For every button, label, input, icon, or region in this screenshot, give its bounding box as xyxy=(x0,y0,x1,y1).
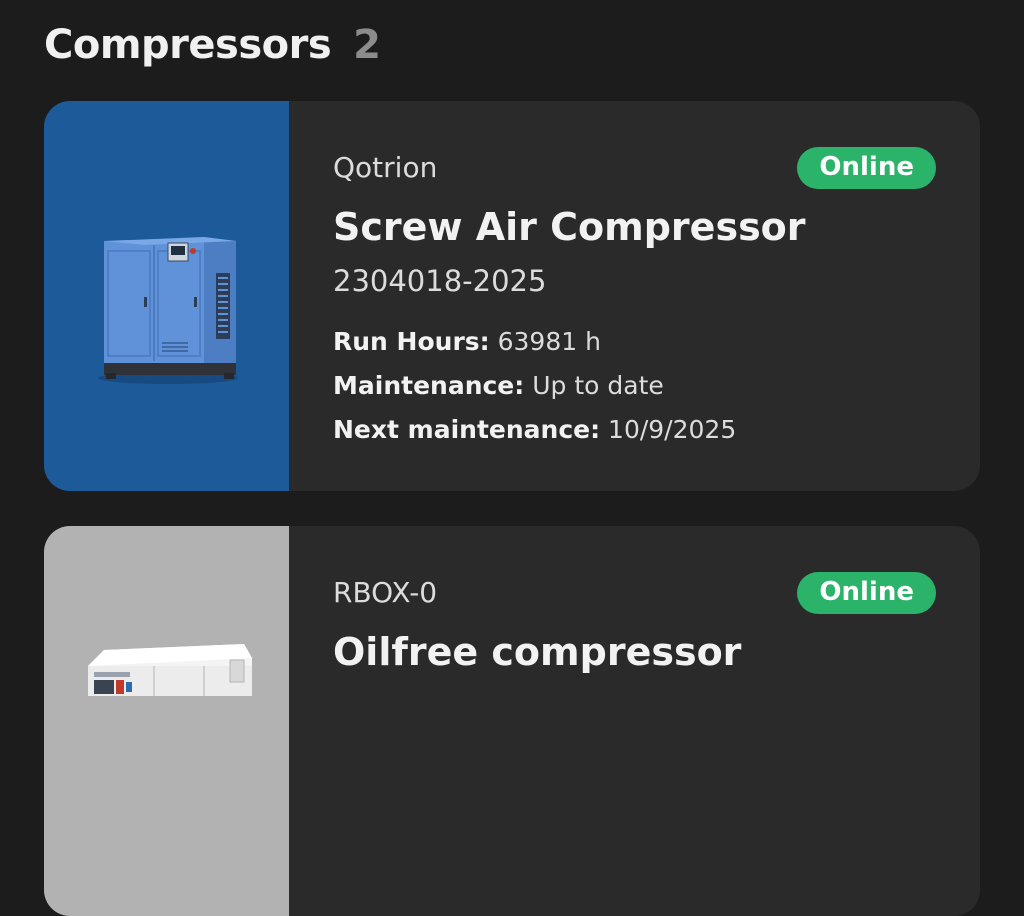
compressor-name: Screw Air Compressor xyxy=(333,205,806,249)
next-maintenance-row: Next maintenance: 10/9/2025 xyxy=(333,415,736,444)
compressor-card[interactable]: Qotrion Online Screw Air Compressor 2304… xyxy=(44,101,980,491)
run-hours-label: Run Hours: xyxy=(333,327,490,356)
card-info: RBOX-0 Online Oilfree compressor xyxy=(289,526,980,916)
run-hours-row: Run Hours: 63981 h xyxy=(333,327,601,356)
maintenance-label: Maintenance: xyxy=(333,371,525,400)
screw-compressor-image xyxy=(44,101,289,491)
maintenance-row: Maintenance: Up to date xyxy=(333,371,664,400)
page-header: Compressors 2 xyxy=(44,22,381,68)
card-info: Qotrion Online Screw Air Compressor 2304… xyxy=(289,101,980,491)
page-title: Compressors xyxy=(44,22,332,68)
status-badge: Online xyxy=(797,147,936,189)
serial-number: 2304018-2025 xyxy=(333,264,547,298)
run-hours-value: 63981 h xyxy=(497,327,601,356)
status-badge: Online xyxy=(797,572,936,614)
next-maintenance-value: 10/9/2025 xyxy=(608,415,737,444)
compressor-name: Oilfree compressor xyxy=(333,630,742,674)
compressor-card[interactable]: RBOX-0 Online Oilfree compressor xyxy=(44,526,980,916)
next-maintenance-label: Next maintenance: xyxy=(333,415,601,444)
brand-label: Qotrion xyxy=(333,151,438,184)
oilfree-compressor-image xyxy=(44,526,289,916)
item-count: 2 xyxy=(353,22,381,68)
brand-label: RBOX-0 xyxy=(333,576,438,609)
maintenance-value: Up to date xyxy=(532,371,664,400)
